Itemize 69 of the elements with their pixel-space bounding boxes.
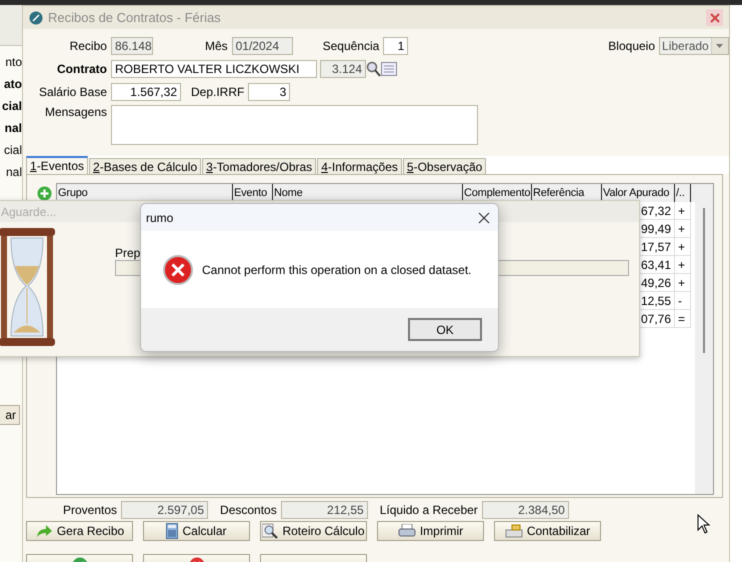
error-message: Cannot perform this operation on a closed dataset. xyxy=(202,262,472,276)
printer-icon xyxy=(398,524,416,538)
background-button[interactable]: ar xyxy=(0,405,20,425)
contract-name-field[interactable]: ROBERTO VALTER LICZKOWSKI xyxy=(111,60,317,78)
table-cell: + xyxy=(675,220,691,238)
add-icon[interactable] xyxy=(37,186,52,201)
table-cell: + xyxy=(675,238,691,256)
field-label: Bloqueio xyxy=(608,38,656,52)
field-label: Dep.IRRF xyxy=(191,84,244,98)
contract-number-field[interactable]: 3.124 xyxy=(320,60,366,78)
table-cell: = xyxy=(675,310,691,328)
magnifier-icon xyxy=(262,523,278,539)
tab[interactable]: 3-Tomadores/Obras xyxy=(202,158,316,174)
total-field: 212,55 xyxy=(280,501,368,519)
field-label: Recibo xyxy=(68,38,107,52)
close-icon[interactable] xyxy=(478,212,490,224)
field-label: Sequência xyxy=(322,38,380,52)
column-header[interactable]: /.. xyxy=(675,184,691,202)
tab[interactable]: 4-Informações xyxy=(317,158,402,174)
total-field: 2.384,50 xyxy=(482,501,569,519)
receipt-field[interactable]: 86.148 xyxy=(110,36,153,54)
field-label: Contrato xyxy=(56,62,107,76)
tab[interactable]: 2-Bases de Cálculo xyxy=(89,158,202,174)
app-logo-icon xyxy=(29,10,43,24)
error-icon xyxy=(163,254,193,284)
action-button[interactable]: Calcular xyxy=(143,521,250,541)
calculator-icon xyxy=(166,523,178,539)
window-title: Aguarde... xyxy=(1,204,56,218)
menu-item[interactable]: nal xyxy=(6,164,22,180)
dependents-field[interactable]: 3 xyxy=(248,82,290,100)
close-icon xyxy=(710,12,720,22)
total-label: Líquido a Receber xyxy=(380,503,478,517)
status-label: Prep xyxy=(115,246,140,260)
window-title: Recibos de Contratos - Férias xyxy=(48,10,221,25)
close-button[interactable] xyxy=(706,9,723,26)
field-label: Mensagens xyxy=(44,105,107,119)
menu-item[interactable]: nal xyxy=(4,120,22,136)
menu-item[interactable]: ato xyxy=(4,76,22,92)
cash-register-icon xyxy=(504,524,523,538)
dropdown-arrow-icon xyxy=(716,44,724,48)
ok-button[interactable]: OK xyxy=(408,318,482,341)
action-button[interactable]: Contabilizar xyxy=(494,521,601,541)
table-cell: + xyxy=(675,202,691,220)
menu-item[interactable]: cial xyxy=(2,98,22,114)
total-label: Proventos xyxy=(63,503,118,517)
mouse-pointer-icon xyxy=(697,514,711,534)
status-dropdown[interactable]: Liberado xyxy=(659,36,729,54)
sequence-field[interactable]: 1 xyxy=(383,36,408,54)
month-field[interactable]: 01/2024 xyxy=(232,36,293,54)
action-button[interactable]: Roteiro Cálculo xyxy=(260,521,367,541)
menu-item[interactable]: nto xyxy=(5,54,22,70)
dialog-title: rumo xyxy=(146,210,174,224)
action-button[interactable]: Imprimir xyxy=(377,521,484,541)
tab[interactable]: 5-Observação xyxy=(402,158,486,174)
scrollbar[interactable] xyxy=(695,184,713,494)
tab[interactable]: 1-Eventos xyxy=(26,156,88,174)
table-cell: + xyxy=(675,274,691,292)
messages-field[interactable] xyxy=(111,105,478,145)
search-icon[interactable] xyxy=(366,60,381,76)
table-cell: + xyxy=(675,256,691,274)
total-label: Descontos xyxy=(220,503,277,517)
field-label: Salário Base xyxy=(38,84,107,98)
menu-item[interactable]: cial xyxy=(4,142,22,158)
salary-field[interactable]: 1.567,32 xyxy=(111,82,181,100)
field-label: Mês xyxy=(204,38,228,52)
curved-arrow-icon xyxy=(34,524,53,538)
action-button[interactable]: Gera Recibo xyxy=(26,521,133,541)
total-field: 2.597,05 xyxy=(121,501,208,519)
table-cell: - xyxy=(675,292,691,310)
